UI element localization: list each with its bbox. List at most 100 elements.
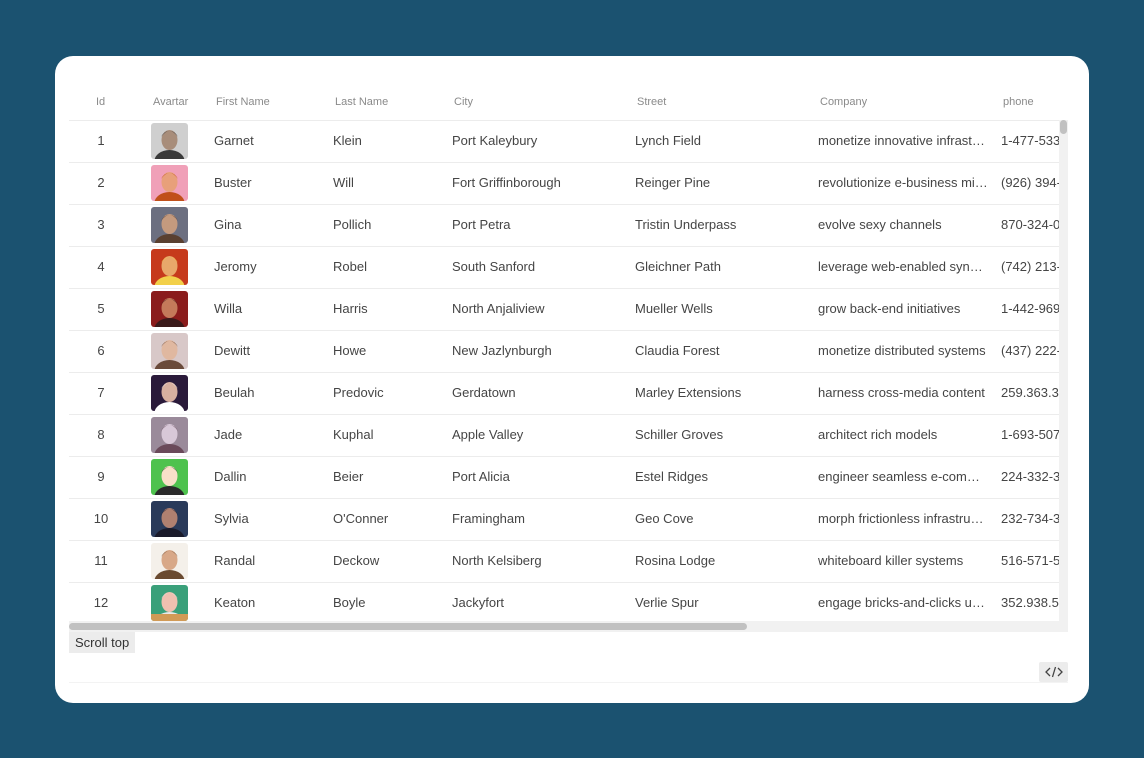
cell-city: Port Kaleybury — [452, 133, 538, 148]
avatar — [151, 543, 188, 579]
table-row[interactable]: 1 Garnet Klein Port Kaleybury Lynch Field mon… — [69, 120, 1059, 163]
cell-street: Verlie Spur — [635, 595, 699, 610]
table-row[interactable]: 4 Jeromy Robel South Sanford Gleichner Path l… — [69, 246, 1059, 289]
next-row-avatar-peek — [151, 614, 188, 621]
cell-street: Gleichner Path — [635, 259, 721, 274]
cell-id: 7 — [97, 385, 105, 400]
cell-phone: (437) 222-6 — [1001, 343, 1059, 358]
cell-phone: (926) 394-3 — [1001, 175, 1059, 190]
cell-last-name: Deckow — [333, 553, 380, 568]
horizontal-scrollbar[interactable] — [69, 621, 1059, 632]
footer-divider — [69, 682, 1068, 683]
avatar — [151, 165, 188, 201]
vertical-scroll-thumb[interactable] — [1060, 120, 1067, 134]
avatar-image — [151, 123, 188, 159]
cell-phone: 1-477-533-7 — [1001, 133, 1059, 148]
cell-street: Reinger Pine — [635, 175, 711, 190]
table-row[interactable]: 7 Beulah Predovic Gerdatown Marley Extension… — [69, 372, 1059, 415]
cell-city: North Kelsiberg — [452, 553, 542, 568]
cell-id: 10 — [93, 511, 109, 526]
cell-last-name: Howe — [333, 343, 367, 358]
cell-street: Geo Cove — [635, 511, 694, 526]
avatar-image — [151, 249, 188, 285]
cell-first-name: Randal — [214, 553, 256, 568]
cell-last-name: O'Conner — [333, 511, 389, 526]
table-row[interactable]: 2 Buster Will Fort Griffinborough Reinger Pi… — [69, 162, 1059, 205]
avatar-image — [151, 417, 188, 453]
avatar — [151, 207, 188, 243]
column-header-street[interactable]: Street — [637, 84, 666, 120]
cell-street: Tristin Underpass — [635, 217, 737, 232]
cell-company: evolve sexy channels — [818, 217, 942, 232]
cell-id: 5 — [97, 301, 105, 316]
cell-street: Mueller Wells — [635, 301, 713, 316]
column-header-phone[interactable]: phone — [1003, 84, 1034, 120]
cell-company: architect rich models — [818, 427, 938, 442]
cell-first-name: Buster — [214, 175, 252, 190]
avatar — [151, 249, 188, 285]
cell-street: Estel Ridges — [635, 469, 708, 484]
table-row[interactable]: 9 Dallin Beier Port Alicia Estel Ridges engin… — [69, 456, 1059, 499]
column-header-id[interactable]: Id — [96, 84, 105, 120]
scroll-top-button[interactable]: Scroll top — [69, 632, 136, 653]
cell-id: 4 — [97, 259, 105, 274]
table-row[interactable]: 5 Willa Harris North Anjaliview Mueller Well… — [69, 288, 1059, 331]
column-header-first-name[interactable]: First Name — [216, 84, 270, 120]
cell-city: Gerdatown — [452, 385, 516, 400]
cell-city: Port Alicia — [452, 469, 510, 484]
cell-last-name: Boyle — [333, 595, 366, 610]
cell-city: Fort Griffinborough — [452, 175, 561, 190]
table-row[interactable]: 3 Gina Pollich Port Petra Tristin Underpass e… — [69, 204, 1059, 247]
table-header: Id Avartar First Name Last Name City Str… — [69, 84, 1068, 121]
cell-phone: 259.363.324 — [1001, 385, 1059, 400]
cell-phone: 516-571-568 — [1001, 553, 1059, 568]
cell-last-name: Robel — [333, 259, 367, 274]
table-row[interactable]: 10 Sylvia O'Conner Framingham Geo Cove morph … — [69, 498, 1059, 541]
cell-id: 11 — [94, 553, 108, 568]
avatar-image — [151, 291, 188, 327]
avatar-image — [151, 375, 188, 411]
cell-last-name: Harris — [333, 301, 368, 316]
cell-last-name: Kuphal — [333, 427, 374, 442]
avatar — [151, 501, 188, 537]
cell-company: engineer seamless e-commerce — [818, 469, 988, 484]
cell-city: North Anjaliview — [452, 301, 545, 316]
cell-first-name: Dallin — [214, 469, 247, 484]
cell-phone: 870-324-025 — [1001, 217, 1059, 232]
cell-street: Claudia Forest — [635, 343, 720, 358]
cell-phone: (742) 213-5 — [1001, 259, 1059, 274]
cell-company: whiteboard killer systems — [818, 553, 964, 568]
table-row[interactable]: 8 Jade Kuphal Apple Valley Schiller Groves ar… — [69, 414, 1059, 457]
cell-company: monetize distributed systems — [818, 343, 986, 358]
avatar-image — [151, 459, 188, 495]
column-header-last-name[interactable]: Last Name — [335, 84, 388, 120]
cell-first-name: Dewitt — [214, 343, 251, 358]
cell-first-name: Jade — [214, 427, 243, 442]
cell-first-name: Willa — [214, 301, 243, 316]
view-code-button[interactable] — [1039, 662, 1068, 682]
table-row[interactable]: 6 Dewitt Howe New Jazlynburgh Claudia Forest… — [69, 330, 1059, 373]
cell-company: leverage web-enabled synergies — [818, 259, 988, 274]
cell-first-name: Keaton — [214, 595, 256, 610]
cell-city: Jackyfort — [452, 595, 505, 610]
column-header-company[interactable]: Company — [820, 84, 867, 120]
data-grid: Id Avartar First Name Last Name City Str… — [69, 84, 1068, 632]
horizontal-scroll-thumb[interactable] — [69, 623, 747, 630]
avatar-image — [151, 543, 188, 579]
table-row[interactable]: 11 Randal Deckow North Kelsiberg Rosina Lodg… — [69, 540, 1059, 583]
cell-phone: 224-332-349 — [1001, 469, 1059, 484]
table-card: Id Avartar First Name Last Name City Str… — [55, 56, 1089, 703]
table-row[interactable]: 12 Keaton Boyle Jackyfort Verlie Spur engage … — [69, 582, 1059, 625]
column-header-avatar[interactable]: Avartar — [153, 84, 188, 120]
cell-id: 3 — [97, 217, 105, 232]
cell-city: Port Petra — [452, 217, 511, 232]
cell-street: Rosina Lodge — [635, 553, 716, 568]
avatar — [151, 459, 188, 495]
cell-company: revolutionize e-business mindshare — [818, 175, 988, 190]
column-header-city[interactable]: City — [454, 84, 473, 120]
cell-id: 2 — [97, 175, 105, 190]
avatar — [151, 375, 188, 411]
vertical-scrollbar[interactable] — [1059, 120, 1068, 632]
cell-phone: 352.938.527 — [1001, 595, 1059, 610]
cell-city: New Jazlynburgh — [452, 343, 552, 358]
